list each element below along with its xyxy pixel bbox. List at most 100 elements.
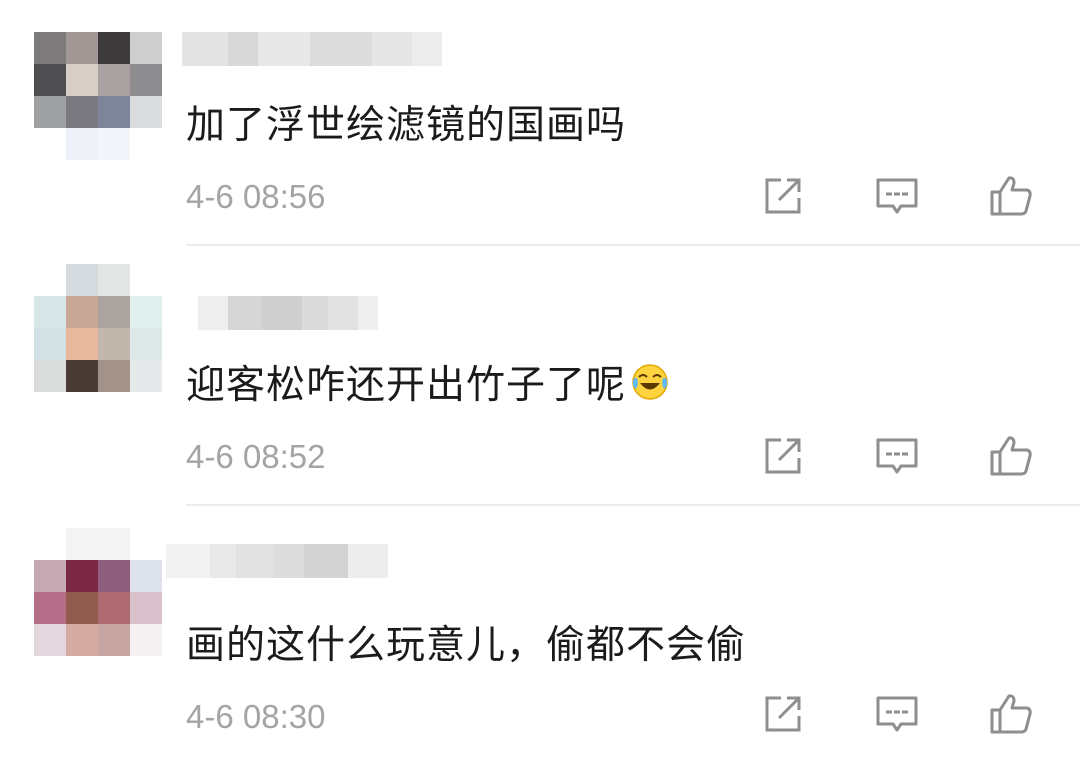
avatar-pixel [130, 64, 162, 96]
avatar-pixel [66, 360, 98, 392]
avatar-pixel [34, 128, 66, 160]
avatar-pixel [130, 528, 162, 560]
like-button[interactable] [987, 432, 1035, 480]
username-blur-block [274, 544, 304, 578]
username-blur-block [258, 32, 310, 66]
avatar-pixel [130, 592, 162, 624]
avatar-pixel [130, 360, 162, 392]
username-blur-block [166, 544, 210, 578]
comment-item: 画的这什么玩意儿，偷都不会偷 4-6 08:30 [0, 518, 1080, 776]
avatar-pixel [130, 128, 162, 160]
comment-icon [876, 178, 918, 214]
like-button[interactable] [987, 172, 1035, 220]
reply-button[interactable] [873, 432, 921, 480]
avatar[interactable] [34, 32, 162, 160]
avatar-pixel [66, 32, 98, 64]
username-blur-block [328, 296, 358, 330]
comment-timestamp: 4-6 08:56 [186, 178, 326, 215]
avatar-pixel [66, 328, 98, 360]
username-blurred[interactable] [166, 544, 388, 578]
avatar-pixel [98, 128, 130, 160]
username-blur-block [304, 544, 348, 578]
avatar-pixel [98, 560, 130, 592]
username-blurred[interactable] [182, 32, 442, 66]
avatar-pixel [66, 528, 98, 560]
avatar-pixel [98, 624, 130, 656]
comment-text: 加了浮世绘滤镜的国画吗 [186, 103, 627, 148]
avatar-pixel [130, 32, 162, 64]
reply-button[interactable] [873, 172, 921, 220]
username-blur-block [302, 296, 328, 330]
avatar-pixel [98, 528, 130, 560]
avatar-pixel [34, 360, 66, 392]
username-blur-block [412, 32, 442, 66]
repost-button[interactable] [759, 690, 807, 738]
avatar-pixel [130, 96, 162, 128]
avatar-pixel [130, 264, 162, 296]
username-blurred[interactable] [198, 296, 378, 330]
comment-text-content: 迎客松咋还开出竹子了呢 [186, 363, 627, 408]
username-blur-block [262, 296, 302, 330]
comment-text: 画的这什么玩意儿，偷都不会偷 [186, 623, 747, 668]
avatar-pixel [66, 264, 98, 296]
comment-item: 迎客松咋还开出竹子了呢 4-6 08:52 [0, 258, 1080, 516]
avatar-pixel [34, 592, 66, 624]
avatar-pixel [66, 624, 98, 656]
comment-text: 迎客松咋还开出竹子了呢 [186, 354, 670, 410]
repost-icon [765, 438, 801, 474]
reply-button[interactable] [873, 690, 921, 738]
avatar-pixel [66, 560, 98, 592]
avatar-pixel [66, 296, 98, 328]
username-blur-block [210, 544, 236, 578]
username-blur-block [310, 32, 372, 66]
avatar-pixel [34, 264, 66, 296]
avatar[interactable] [34, 528, 162, 656]
username-blur-block [198, 296, 228, 330]
like-button[interactable] [987, 690, 1035, 738]
avatar-pixel [66, 64, 98, 96]
comment-icon [876, 438, 918, 474]
avatar-pixel [130, 328, 162, 360]
avatar-pixel [98, 328, 130, 360]
thumbs-up-icon [990, 436, 1032, 476]
avatar-pixel [98, 296, 130, 328]
divider [186, 504, 1080, 506]
avatar-pixel [34, 528, 66, 560]
repost-button[interactable] [759, 432, 807, 480]
repost-icon [765, 178, 801, 214]
username-blur-block [228, 296, 262, 330]
avatar-pixel [34, 296, 66, 328]
username-blur-block [348, 544, 388, 578]
avatar-pixel [130, 560, 162, 592]
avatar[interactable] [34, 264, 162, 392]
laughing-crying-emoji-icon [632, 364, 668, 400]
divider [186, 244, 1080, 246]
repost-button[interactable] [759, 172, 807, 220]
comment-timestamp: 4-6 08:30 [186, 698, 326, 735]
avatar-pixel [98, 592, 130, 624]
comment-item: 加了浮世绘滤镜的国画吗 4-6 08:56 [0, 0, 1080, 258]
username-blur-block [358, 296, 378, 330]
avatar-pixel [130, 296, 162, 328]
username-blur-block [182, 32, 228, 66]
avatar-pixel [66, 592, 98, 624]
thumbs-up-icon [990, 176, 1032, 216]
avatar-pixel [98, 64, 130, 96]
avatar-pixel [98, 360, 130, 392]
username-blur-block [372, 32, 412, 66]
comment-icon [876, 696, 918, 732]
avatar-pixel [66, 96, 98, 128]
avatar-pixel [34, 328, 66, 360]
avatar-pixel [34, 64, 66, 96]
avatar-pixel [34, 32, 66, 64]
avatar-pixel [130, 624, 162, 656]
avatar-pixel [34, 560, 66, 592]
username-blur-block [228, 32, 258, 66]
username-blur-block [236, 544, 274, 578]
avatar-pixel [34, 96, 66, 128]
avatar-pixel [34, 624, 66, 656]
repost-icon [765, 696, 801, 732]
avatar-pixel [98, 32, 130, 64]
comment-timestamp: 4-6 08:52 [186, 438, 326, 475]
avatar-pixel [66, 128, 98, 160]
